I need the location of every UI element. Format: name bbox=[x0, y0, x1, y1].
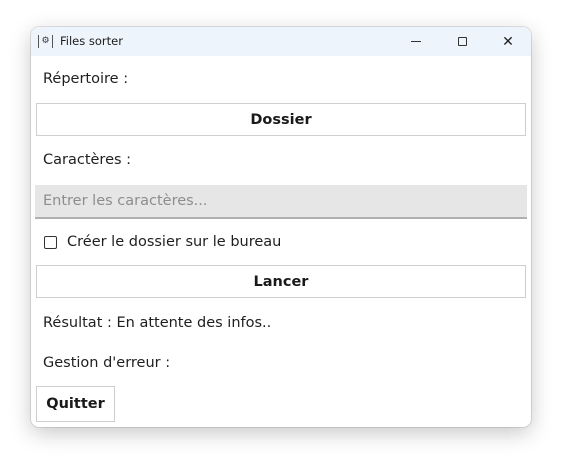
error-text: Gestion d'erreur : bbox=[43, 355, 171, 371]
run-button[interactable]: Lancer bbox=[36, 265, 526, 298]
window-title: Files sorter bbox=[60, 34, 123, 48]
folder-button[interactable]: Dossier bbox=[36, 103, 526, 136]
minimize-button[interactable] bbox=[393, 27, 439, 56]
app-window: ⚙ Files sorter ✕ Répertoire : Dossier Ca… bbox=[31, 27, 531, 427]
desktop-checkbox-label[interactable]: Créer le dossier sur le bureau bbox=[67, 234, 281, 250]
maximize-button[interactable] bbox=[439, 27, 485, 56]
characters-input[interactable] bbox=[35, 185, 527, 219]
close-icon: ✕ bbox=[502, 33, 514, 50]
characters-label: Caractères : bbox=[43, 152, 132, 168]
maximize-icon bbox=[457, 37, 467, 46]
result-text: Résultat : En attente des infos.. bbox=[43, 315, 272, 331]
minimize-icon bbox=[411, 41, 421, 42]
title-bar[interactable]: ⚙ Files sorter ✕ bbox=[31, 27, 531, 56]
close-button[interactable]: ✕ bbox=[485, 27, 531, 56]
directory-label: Répertoire : bbox=[43, 71, 129, 87]
desktop-checkbox[interactable] bbox=[44, 235, 57, 249]
quit-button[interactable]: Quitter bbox=[36, 386, 115, 422]
desktop-checkbox-row[interactable]: Créer le dossier sur le bureau bbox=[44, 232, 281, 252]
app-icon: ⚙ bbox=[38, 35, 53, 48]
